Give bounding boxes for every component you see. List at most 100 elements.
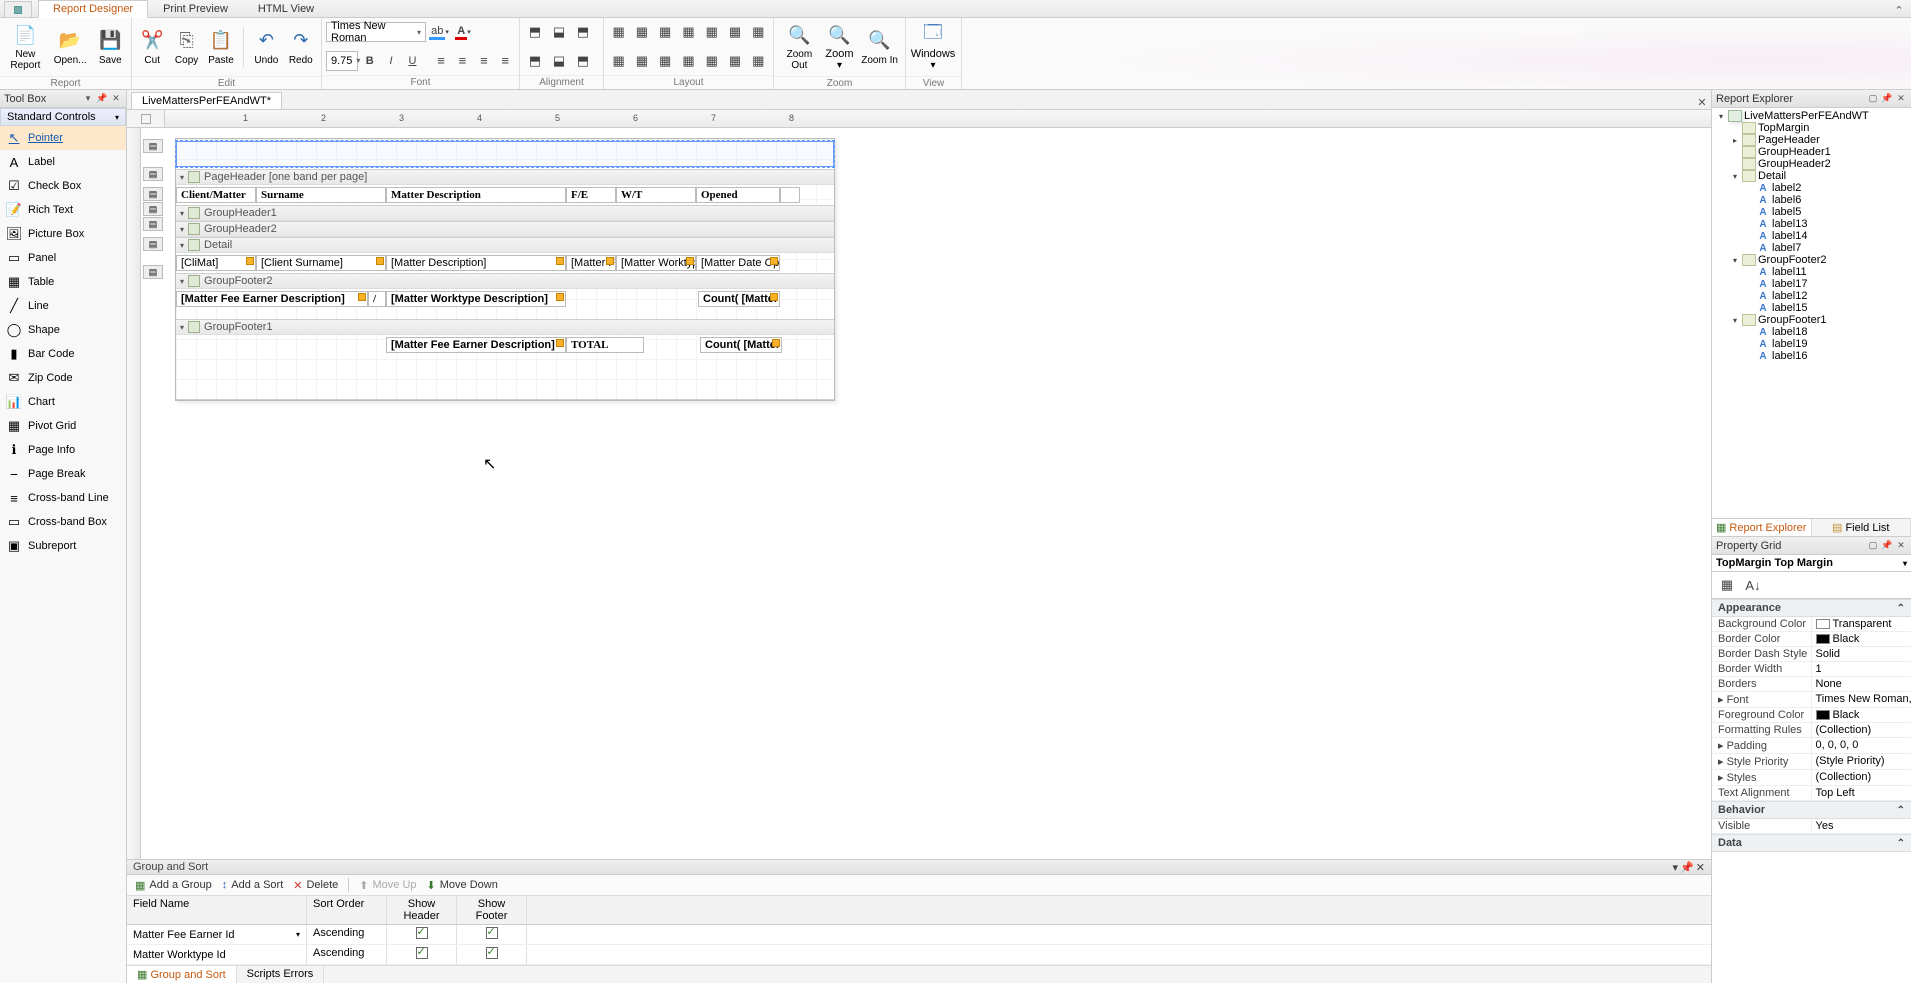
band-header-gf1[interactable]: ▾GroupFooter1 — [176, 320, 834, 335]
ribbon-minimize-icon[interactable]: ⌃ — [1887, 4, 1911, 17]
pg-cat-data[interactable]: Data⌃ — [1712, 834, 1911, 852]
header-cell[interactable]: Matter Description — [386, 187, 566, 203]
tab-print-preview[interactable]: Print Preview — [148, 0, 243, 17]
band-handle[interactable]: ▤ — [143, 187, 163, 201]
add-sort-button[interactable]: ↕Add a Sort — [222, 879, 283, 891]
tree-node[interactable]: ▾Detail — [1728, 170, 1909, 182]
property-grid-body[interactable]: Appearance⌃ Background ColorTransparent … — [1712, 599, 1911, 983]
footer-cell[interactable]: Count( [Matter — [698, 291, 780, 307]
tool-page-info[interactable]: ℹPage Info — [0, 438, 126, 462]
header-cell[interactable]: Client/Matter — [176, 187, 256, 203]
delete-button[interactable]: ✕Delete — [293, 879, 338, 892]
band-header-gf2[interactable]: ▾GroupFooter2 — [176, 274, 834, 289]
band-header-gh2[interactable]: ▾GroupHeader2 — [176, 222, 834, 237]
layout-btn-10[interactable]: ▦ — [655, 50, 676, 72]
show-footer-checkbox[interactable] — [486, 927, 498, 939]
cut-button[interactable]: ✂️Cut — [136, 20, 168, 74]
band-handle[interactable]: ▤ — [143, 265, 163, 279]
tool-pointer[interactable]: ↖Pointer — [0, 126, 126, 150]
property-grid-selection[interactable]: TopMargin Top Margin▾ — [1712, 555, 1911, 572]
save-button[interactable]: 💾Save — [94, 20, 127, 74]
align-right-button[interactable]: ≡ — [474, 50, 493, 72]
design-surface[interactable]: 12345678 ▤ ▤ ▤ ▤ ▤ ▤ ▤ — [127, 110, 1711, 859]
pg-categorized-button[interactable]: ▦ — [1716, 574, 1738, 596]
header-cell[interactable]: F/E — [566, 187, 616, 203]
layout-btn-6[interactable]: ▦ — [724, 21, 745, 43]
pg-prop-value[interactable]: Black — [1812, 632, 1911, 646]
pg-pin-icon[interactable]: 📌 — [1881, 540, 1893, 552]
highlight-color-button[interactable]: ab▾ — [428, 21, 450, 43]
gs-menu-icon[interactable]: ▾ — [1673, 861, 1679, 874]
tool-picture-box[interactable]: 🖼Picture Box — [0, 222, 126, 246]
underline-button[interactable]: U — [403, 50, 422, 72]
pg-prop-value[interactable]: Black — [1812, 708, 1911, 722]
pg-prop-value[interactable]: Yes — [1812, 819, 1911, 833]
pg-prop-value[interactable]: 0, 0, 0, 0 — [1812, 738, 1911, 753]
new-report-button[interactable]: 📄New Report — [4, 20, 47, 74]
layout-btn-8[interactable]: ▦ — [608, 50, 629, 72]
bottom-tab-group-sort[interactable]: ▦ Group and Sort — [127, 966, 237, 983]
app-menu-button[interactable] — [4, 1, 32, 17]
gs-row[interactable]: Matter Fee Earner Id▾Ascending — [127, 925, 1711, 945]
tool-page-break[interactable]: ⎯Page Break — [0, 462, 126, 486]
align-left-button[interactable]: ≡ — [431, 50, 450, 72]
tree-node[interactable]: label17 — [1742, 278, 1909, 290]
pg-close-icon[interactable]: ✕ — [1895, 540, 1907, 552]
band-handle[interactable]: ▤ — [143, 237, 163, 251]
header-cell[interactable]: W/T — [616, 187, 696, 203]
pg-cat-behavior[interactable]: Behavior⌃ — [1712, 801, 1911, 819]
tree-node[interactable]: label15 — [1742, 302, 1909, 314]
tab-report-designer[interactable]: Report Designer — [38, 0, 148, 18]
layout-btn-12[interactable]: ▦ — [701, 50, 722, 72]
tool-panel[interactable]: ▭Panel — [0, 246, 126, 270]
tool-shape[interactable]: ◯Shape — [0, 318, 126, 342]
layout-btn-4[interactable]: ▦ — [678, 21, 699, 43]
document-tab[interactable]: LiveMattersPerFEAndWT* — [131, 92, 282, 109]
pg-max-icon[interactable]: ▢ — [1867, 540, 1879, 552]
tree-node[interactable]: ▾GroupFooter2 — [1728, 254, 1909, 266]
layout-btn-3[interactable]: ▦ — [655, 21, 676, 43]
re-close-icon[interactable]: ✕ — [1895, 93, 1907, 105]
gs-row[interactable]: Matter Worktype IdAscending — [127, 945, 1711, 965]
tree-node[interactable]: label2 — [1742, 182, 1909, 194]
move-up-button[interactable]: ⬆Move Up — [359, 879, 416, 892]
footer-cell[interactable]: [Matter Fee Earner Description] — [176, 291, 368, 307]
footer-cell[interactable]: Count( [Matter — [700, 337, 782, 353]
tree-node[interactable]: GroupHeader1 — [1728, 146, 1909, 158]
tree-node[interactable]: label6 — [1742, 194, 1909, 206]
pg-prop-value[interactable]: Times New Roman,... — [1812, 692, 1911, 707]
tree-node[interactable]: GroupHeader2 — [1728, 158, 1909, 170]
horizontal-ruler[interactable]: 12345678 — [165, 110, 1711, 128]
redo-button[interactable]: ↷Redo — [285, 20, 317, 74]
toolbox-close-icon[interactable]: ✕ — [110, 93, 122, 105]
tree-node[interactable]: ▾GroupFooter1 — [1728, 314, 1909, 326]
gs-col-header[interactable]: Show Header — [387, 896, 457, 924]
ruler-corner[interactable] — [127, 110, 165, 128]
layout-btn-1[interactable]: ▦ — [608, 21, 629, 43]
tool-label[interactable]: ALabel — [0, 150, 126, 174]
tab-field-list[interactable]: ▤Field List — [1812, 519, 1911, 536]
tree-node[interactable]: label7 — [1742, 242, 1909, 254]
undo-button[interactable]: ↶Undo — [250, 20, 282, 74]
detail-cell[interactable]: [CliMat] — [176, 255, 256, 271]
tool-table[interactable]: ▦Table — [0, 270, 126, 294]
tree-node[interactable]: ▸PageHeader — [1728, 134, 1909, 146]
tree-node[interactable]: label5 — [1742, 206, 1909, 218]
report-explorer-tree[interactable]: ▾LiveMattersPerFEAndWTTopMargin▸PageHead… — [1712, 108, 1911, 518]
bold-button[interactable]: B — [360, 50, 379, 72]
tree-node[interactable]: label11 — [1742, 266, 1909, 278]
zoom-out-button[interactable]: 🔍Zoom Out — [778, 20, 821, 74]
align-justify-button[interactable]: ≡ — [496, 50, 515, 72]
header-cell[interactable]: Surname — [256, 187, 386, 203]
footer-cell[interactable]: TOTAL — [566, 337, 644, 353]
tool-subreport[interactable]: ▣Subreport — [0, 534, 126, 558]
pg-alphabetical-button[interactable]: A↓ — [1742, 574, 1764, 596]
font-name-combo[interactable]: Times New Roman▾ — [326, 22, 426, 42]
pg-prop-value[interactable]: None — [1812, 677, 1911, 691]
header-cell[interactable] — [780, 187, 800, 203]
tool-zip-code[interactable]: ✉Zip Code — [0, 366, 126, 390]
zoom-in-button[interactable]: 🔍Zoom In — [858, 20, 901, 74]
band-handle[interactable]: ▤ — [143, 217, 163, 231]
layout-btn-13[interactable]: ▦ — [724, 50, 745, 72]
tool-chart[interactable]: 📊Chart — [0, 390, 126, 414]
